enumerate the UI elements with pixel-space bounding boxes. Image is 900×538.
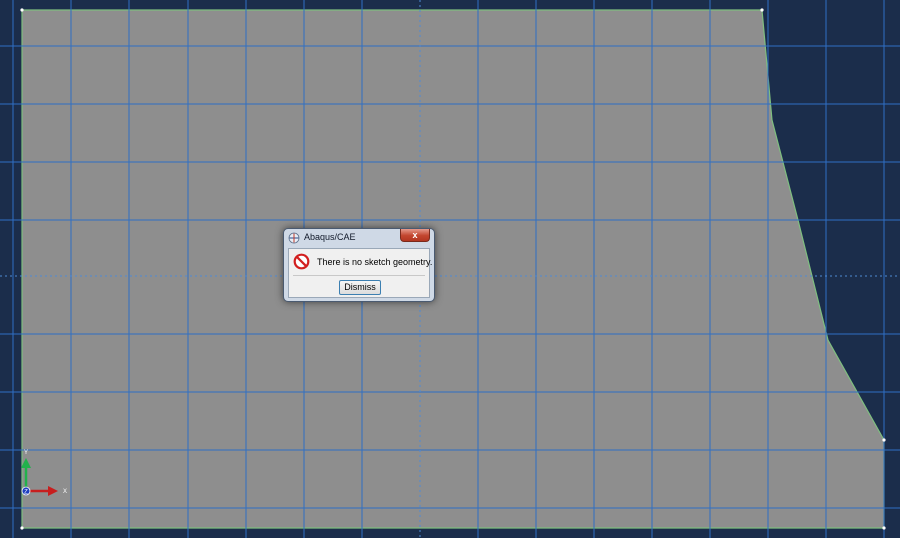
error-message: There is no sketch geometry. <box>317 257 433 267</box>
vertex-marker[interactable] <box>882 526 886 530</box>
vertex-marker[interactable] <box>760 8 764 12</box>
vertex-marker[interactable] <box>20 526 24 530</box>
x-axis-label: X <box>63 489 67 495</box>
close-button[interactable]: x <box>400 229 430 242</box>
dialog-titlebar[interactable]: Abaqus/CAE x <box>284 229 434 247</box>
vertex-marker[interactable] <box>882 438 886 442</box>
close-icon: x <box>412 230 418 240</box>
y-axis-label: Y <box>24 450 28 456</box>
dialog-separator <box>293 275 425 276</box>
dialog-title: Abaqus/CAE <box>304 232 356 242</box>
dismiss-button[interactable]: Dismiss <box>339 280 381 295</box>
z-axis-label: Z <box>24 490 28 496</box>
error-dialog: Abaqus/CAE x There is no sketch geometry… <box>283 228 435 302</box>
dialog-body: There is no sketch geometry. Dismiss <box>288 248 433 298</box>
vertex-marker[interactable] <box>20 8 24 12</box>
prohibited-error-icon <box>293 253 310 270</box>
abaqus-app-icon <box>288 232 300 244</box>
sketch-viewport[interactable]: Z Y X <box>0 0 900 538</box>
